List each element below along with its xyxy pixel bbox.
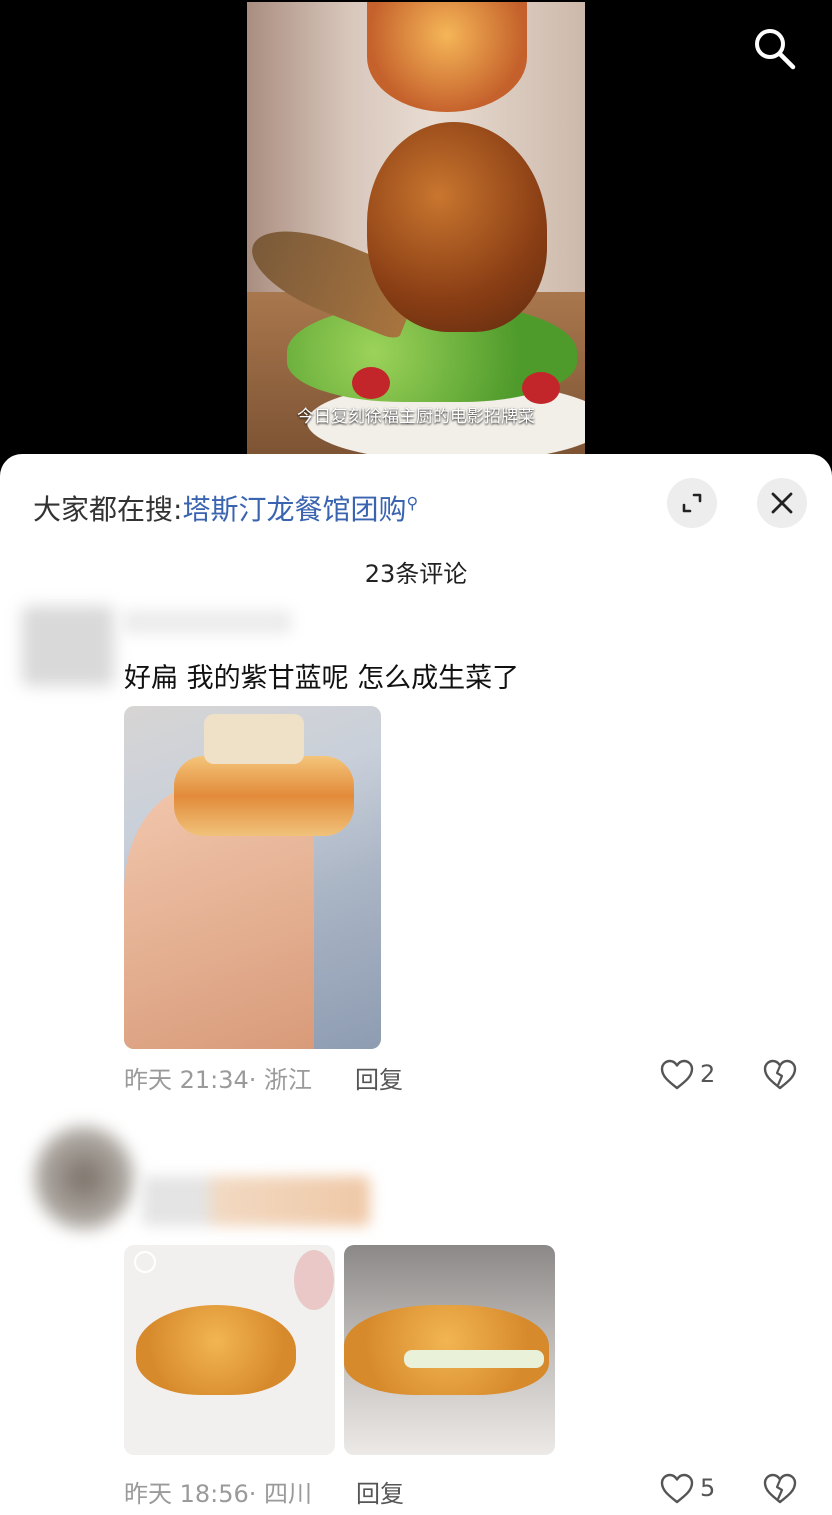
heart-icon[interactable]: [660, 1473, 694, 1505]
comment-image[interactable]: [124, 1245, 335, 1455]
like-count: 5: [700, 1474, 716, 1502]
burger-lettuce: [404, 1350, 544, 1368]
reply-button[interactable]: 回复: [356, 1474, 404, 1509]
broken-heart-icon[interactable]: [763, 1473, 797, 1505]
close-button[interactable]: [757, 478, 807, 528]
comment-meta: 昨天 21:34· 浙江: [124, 1060, 312, 1095]
video-fish: [367, 122, 547, 332]
video-player[interactable]: 今日复刻徐福主厨的电影招牌菜: [0, 0, 832, 470]
trending-search-prefix: 大家都在搜:: [33, 493, 183, 526]
trending-search[interactable]: 大家都在搜:塔斯汀龙餐馆团购⚲: [33, 488, 418, 528]
expand-button[interactable]: [667, 478, 717, 528]
comment-image[interactable]: [344, 1245, 555, 1455]
comment-text: 好扁 我的紫甘蓝呢 怎么成生菜了: [124, 663, 520, 694]
search-term-icon: ⚲: [406, 493, 419, 513]
video-frame[interactable]: 今日复刻徐福主厨的电影招牌菜: [247, 2, 585, 454]
burger-bun: [136, 1305, 296, 1395]
heart-icon[interactable]: [660, 1059, 694, 1091]
avatar[interactable]: [34, 1126, 134, 1230]
video-subtitle: 今日复刻徐福主厨的电影招牌菜: [297, 407, 535, 427]
food-wrap: [174, 756, 354, 836]
avatar[interactable]: [22, 606, 114, 686]
like-count: 2: [700, 1060, 716, 1088]
comment-sheet: 大家都在搜:塔斯汀龙餐馆团购⚲ 23条评论 好扁 我的紫甘蓝呢 怎么成生菜了 昨…: [0, 454, 832, 1515]
username[interactable]: [122, 610, 292, 634]
comment-count: 23条评论: [364, 560, 468, 588]
paper-pattern: [294, 1250, 334, 1310]
comment-location: · 四川: [248, 1480, 313, 1508]
comment-location: · 浙江: [248, 1066, 313, 1094]
comment-image[interactable]: [124, 706, 381, 1049]
live-photo-icon: [134, 1251, 156, 1273]
search-icon: [755, 29, 796, 70]
comment-time: 昨天 18:56: [124, 1480, 249, 1508]
video-tomato: [522, 372, 560, 404]
video-tomato: [352, 367, 390, 399]
expand-icon: [682, 493, 702, 513]
username[interactable]: [142, 1176, 370, 1226]
search-button[interactable]: [752, 26, 796, 70]
comment-meta: 昨天 18:56· 四川: [124, 1474, 312, 1509]
reply-button[interactable]: 回复: [355, 1060, 403, 1095]
comment-time: 昨天 21:34: [124, 1066, 249, 1094]
broken-heart-icon[interactable]: [763, 1059, 797, 1091]
video-sauce: [367, 2, 527, 112]
trending-search-term[interactable]: 塔斯汀龙餐馆团购: [182, 493, 406, 526]
close-icon: [771, 492, 793, 514]
food-paper: [204, 714, 304, 764]
